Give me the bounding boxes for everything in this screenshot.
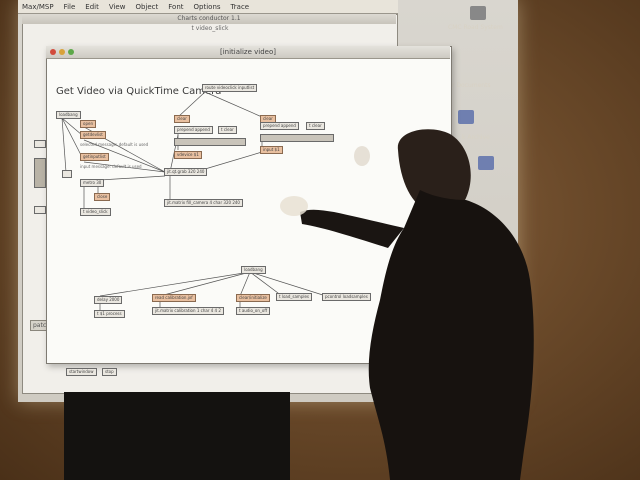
background-window-object: t video_slick bbox=[191, 25, 229, 32]
prepend-object[interactable]: prepend append bbox=[174, 126, 213, 134]
presenter-other-hand bbox=[354, 146, 370, 166]
getinputlist-message[interactable]: getinputlist bbox=[80, 153, 109, 161]
clear-message[interactable]: clear bbox=[174, 115, 190, 123]
menu-item-edit[interactable]: Edit bbox=[85, 3, 99, 11]
menu-item-font[interactable]: Font bbox=[168, 3, 183, 11]
jit-matrix-object[interactable]: jit.matrix fill_camera 4 char 320 240 bbox=[164, 199, 243, 207]
open-message[interactable]: open bbox=[80, 120, 96, 128]
trigger-object[interactable]: t $1 process bbox=[94, 310, 125, 318]
loadbang-object[interactable]: loadbang bbox=[241, 266, 266, 274]
patch-object[interactable] bbox=[34, 140, 46, 148]
trigger-object[interactable]: t clear bbox=[218, 126, 237, 134]
getdevlist-message[interactable]: getdevlist bbox=[80, 131, 106, 139]
device-menu[interactable] bbox=[174, 138, 246, 146]
window-controls bbox=[46, 46, 86, 58]
loadbang-object[interactable]: loadbang bbox=[56, 111, 81, 119]
clear-initialize-message[interactable]: clear/initialize bbox=[236, 294, 270, 302]
patch-object[interactable] bbox=[34, 158, 46, 188]
presenter-silhouette bbox=[280, 129, 534, 480]
patch-object[interactable]: startwindow bbox=[66, 368, 97, 376]
minimize-button[interactable] bbox=[59, 49, 65, 55]
window-title: [initialize video] bbox=[46, 46, 450, 59]
menu-item-view[interactable]: View bbox=[109, 3, 126, 11]
patch-object[interactable]: stop bbox=[102, 368, 117, 376]
route-object[interactable]: route videoclick inputlist bbox=[202, 84, 258, 92]
menu-bar: Max/MSP File Edit View Object Font Optio… bbox=[18, 0, 398, 14]
send-object[interactable]: t audio_on_off bbox=[236, 307, 271, 315]
metro-object[interactable]: metro 30 bbox=[80, 179, 105, 187]
vdevice-message[interactable]: vdevice $1 bbox=[174, 151, 202, 159]
delay-object[interactable]: delay 2000 bbox=[94, 296, 123, 304]
menu-item-file[interactable]: File bbox=[64, 3, 76, 11]
menu-item-options[interactable]: Options bbox=[194, 3, 221, 11]
toggle-box[interactable] bbox=[62, 170, 72, 178]
desktop-icon-label: r Documents bbox=[452, 82, 491, 89]
jit-qt-grab-object[interactable]: jit.qt.grab 320 240 bbox=[164, 168, 208, 176]
menu-item-object[interactable]: Object bbox=[135, 3, 158, 11]
presenter-hand bbox=[280, 196, 308, 216]
background-patch-objects: startwindow stop bbox=[66, 368, 126, 378]
patch-heading: Get Video via QuickTime Camera bbox=[56, 86, 222, 97]
presenter-arm bbox=[300, 209, 404, 248]
patch-comment: selected message: default is used bbox=[80, 142, 149, 147]
monitor-screen bbox=[64, 392, 290, 480]
jit-matrix-object[interactable]: jit.matrix calibration 1 char 4 4 2 bbox=[152, 307, 224, 315]
patch-object[interactable] bbox=[34, 206, 46, 214]
background-patcher-edge bbox=[30, 140, 46, 330]
close-button[interactable] bbox=[50, 49, 56, 55]
background-window-title: Charts conductor 1.1 bbox=[22, 14, 396, 24]
send-object[interactable]: t video_slick bbox=[80, 208, 111, 216]
menu-item-trace[interactable]: Trace bbox=[231, 3, 250, 11]
menu-item-maxmsp[interactable]: Max/MSP bbox=[22, 3, 54, 11]
read-calibration-message[interactable]: read calibration.jxf bbox=[152, 294, 196, 302]
drive-icon[interactable] bbox=[470, 6, 486, 20]
desktop-icon-label: CMC Road System bbox=[448, 24, 503, 31]
close-message[interactable]: close bbox=[94, 193, 111, 201]
patch-comment: input message: default is used bbox=[80, 164, 142, 169]
zoom-button[interactable] bbox=[68, 49, 74, 55]
